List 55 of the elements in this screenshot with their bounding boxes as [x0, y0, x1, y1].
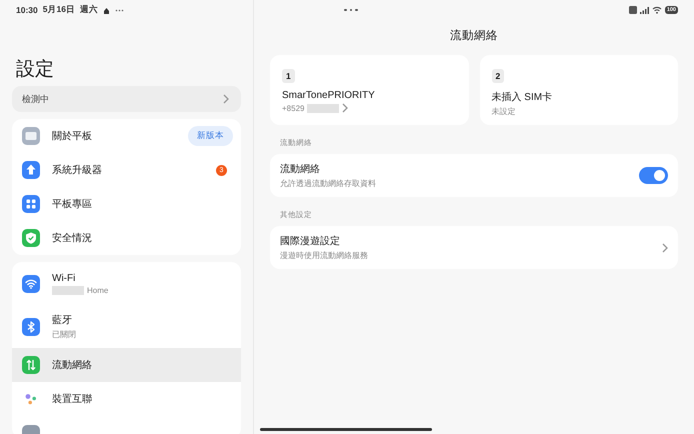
item-label: 關於平板 [52, 130, 93, 143]
date-text: 5月16日 [42, 4, 75, 16]
sim-icon [628, 6, 637, 14]
item-label: Wi-Fi [52, 272, 76, 284]
toggle-switch[interactable] [639, 167, 668, 184]
setting-row[interactable]: 國際漫遊設定 漫遊時使用流動網絡服務 [270, 226, 678, 269]
settings-item[interactable]: 關於平板 新版本 [12, 119, 241, 153]
tablet-icon [22, 127, 40, 145]
signal-icon [640, 6, 649, 14]
sim-name: 未插入 SIM卡 [492, 90, 554, 104]
item-label: 安全情況 [52, 232, 93, 245]
page-title: 設定 [16, 58, 55, 82]
setting-row[interactable]: 流動網絡 允許透過流動網絡存取資料 [270, 154, 678, 197]
item-subtitle: 已關閉 [52, 329, 76, 340]
sim-slot-number: 1 [282, 69, 295, 83]
notification-icon [102, 6, 110, 14]
more-icon [114, 8, 124, 12]
phone-number: +8529 [282, 104, 304, 112]
item-label: 藍牙 [52, 314, 73, 327]
item-label: 裝置互聯 [52, 392, 93, 406]
new-version-badge: 新版本 [188, 126, 233, 146]
sim-slot-number: 2 [492, 69, 504, 83]
settings-item[interactable]: 流動網絡 [12, 348, 241, 382]
item-label: 流動網絡 [52, 358, 93, 372]
app-icon [22, 425, 40, 434]
clock-time: 10:30 [16, 5, 38, 15]
update-check-row[interactable]: 檢測中 [12, 86, 241, 112]
item-label: 平板專區 [52, 198, 93, 211]
page-title: 流動網絡 [449, 28, 499, 44]
settings-item[interactable]: Wi-Fi Home [12, 262, 241, 305]
chevron-icon [223, 94, 229, 104]
setting-title: 國際漫遊設定 [280, 234, 341, 248]
sim-card[interactable]: 1 SmarTonePRIORITY +8529 [270, 55, 468, 125]
sim-name: SmarTonePRIORITY [282, 90, 376, 101]
bluetooth-icon [22, 318, 40, 336]
settings-item[interactable]: 安全情況 [12, 221, 241, 255]
setting-description: 允許透過流動網絡存取資料 [280, 178, 377, 189]
settings-item[interactable]: 裝置互聯 [12, 382, 241, 416]
chevron-icon [342, 103, 348, 113]
weekday-text: 週六 [80, 4, 98, 16]
wifi-icon [652, 6, 662, 14]
multitask-dots-icon[interactable] [344, 8, 358, 12]
chevron-icon [662, 242, 668, 252]
setting-description: 漫遊時使用流動網絡服務 [280, 250, 369, 261]
settings-item[interactable]: 平板專區 [12, 187, 241, 221]
wifi-icon [22, 274, 40, 292]
data-arrows-icon [22, 356, 40, 374]
shield-icon [22, 229, 40, 247]
item-label: 系統升級器 [52, 164, 103, 177]
sim-status: 未設定 [492, 106, 516, 117]
item-subtitle: Home [87, 286, 108, 294]
grid-icon [22, 195, 40, 213]
settings-item[interactable]: 藍牙 已關閉 [12, 305, 241, 348]
sim-card[interactable]: 2 未插入 SIM卡 未設定 [480, 55, 678, 125]
setting-title: 流動網絡 [280, 162, 321, 176]
